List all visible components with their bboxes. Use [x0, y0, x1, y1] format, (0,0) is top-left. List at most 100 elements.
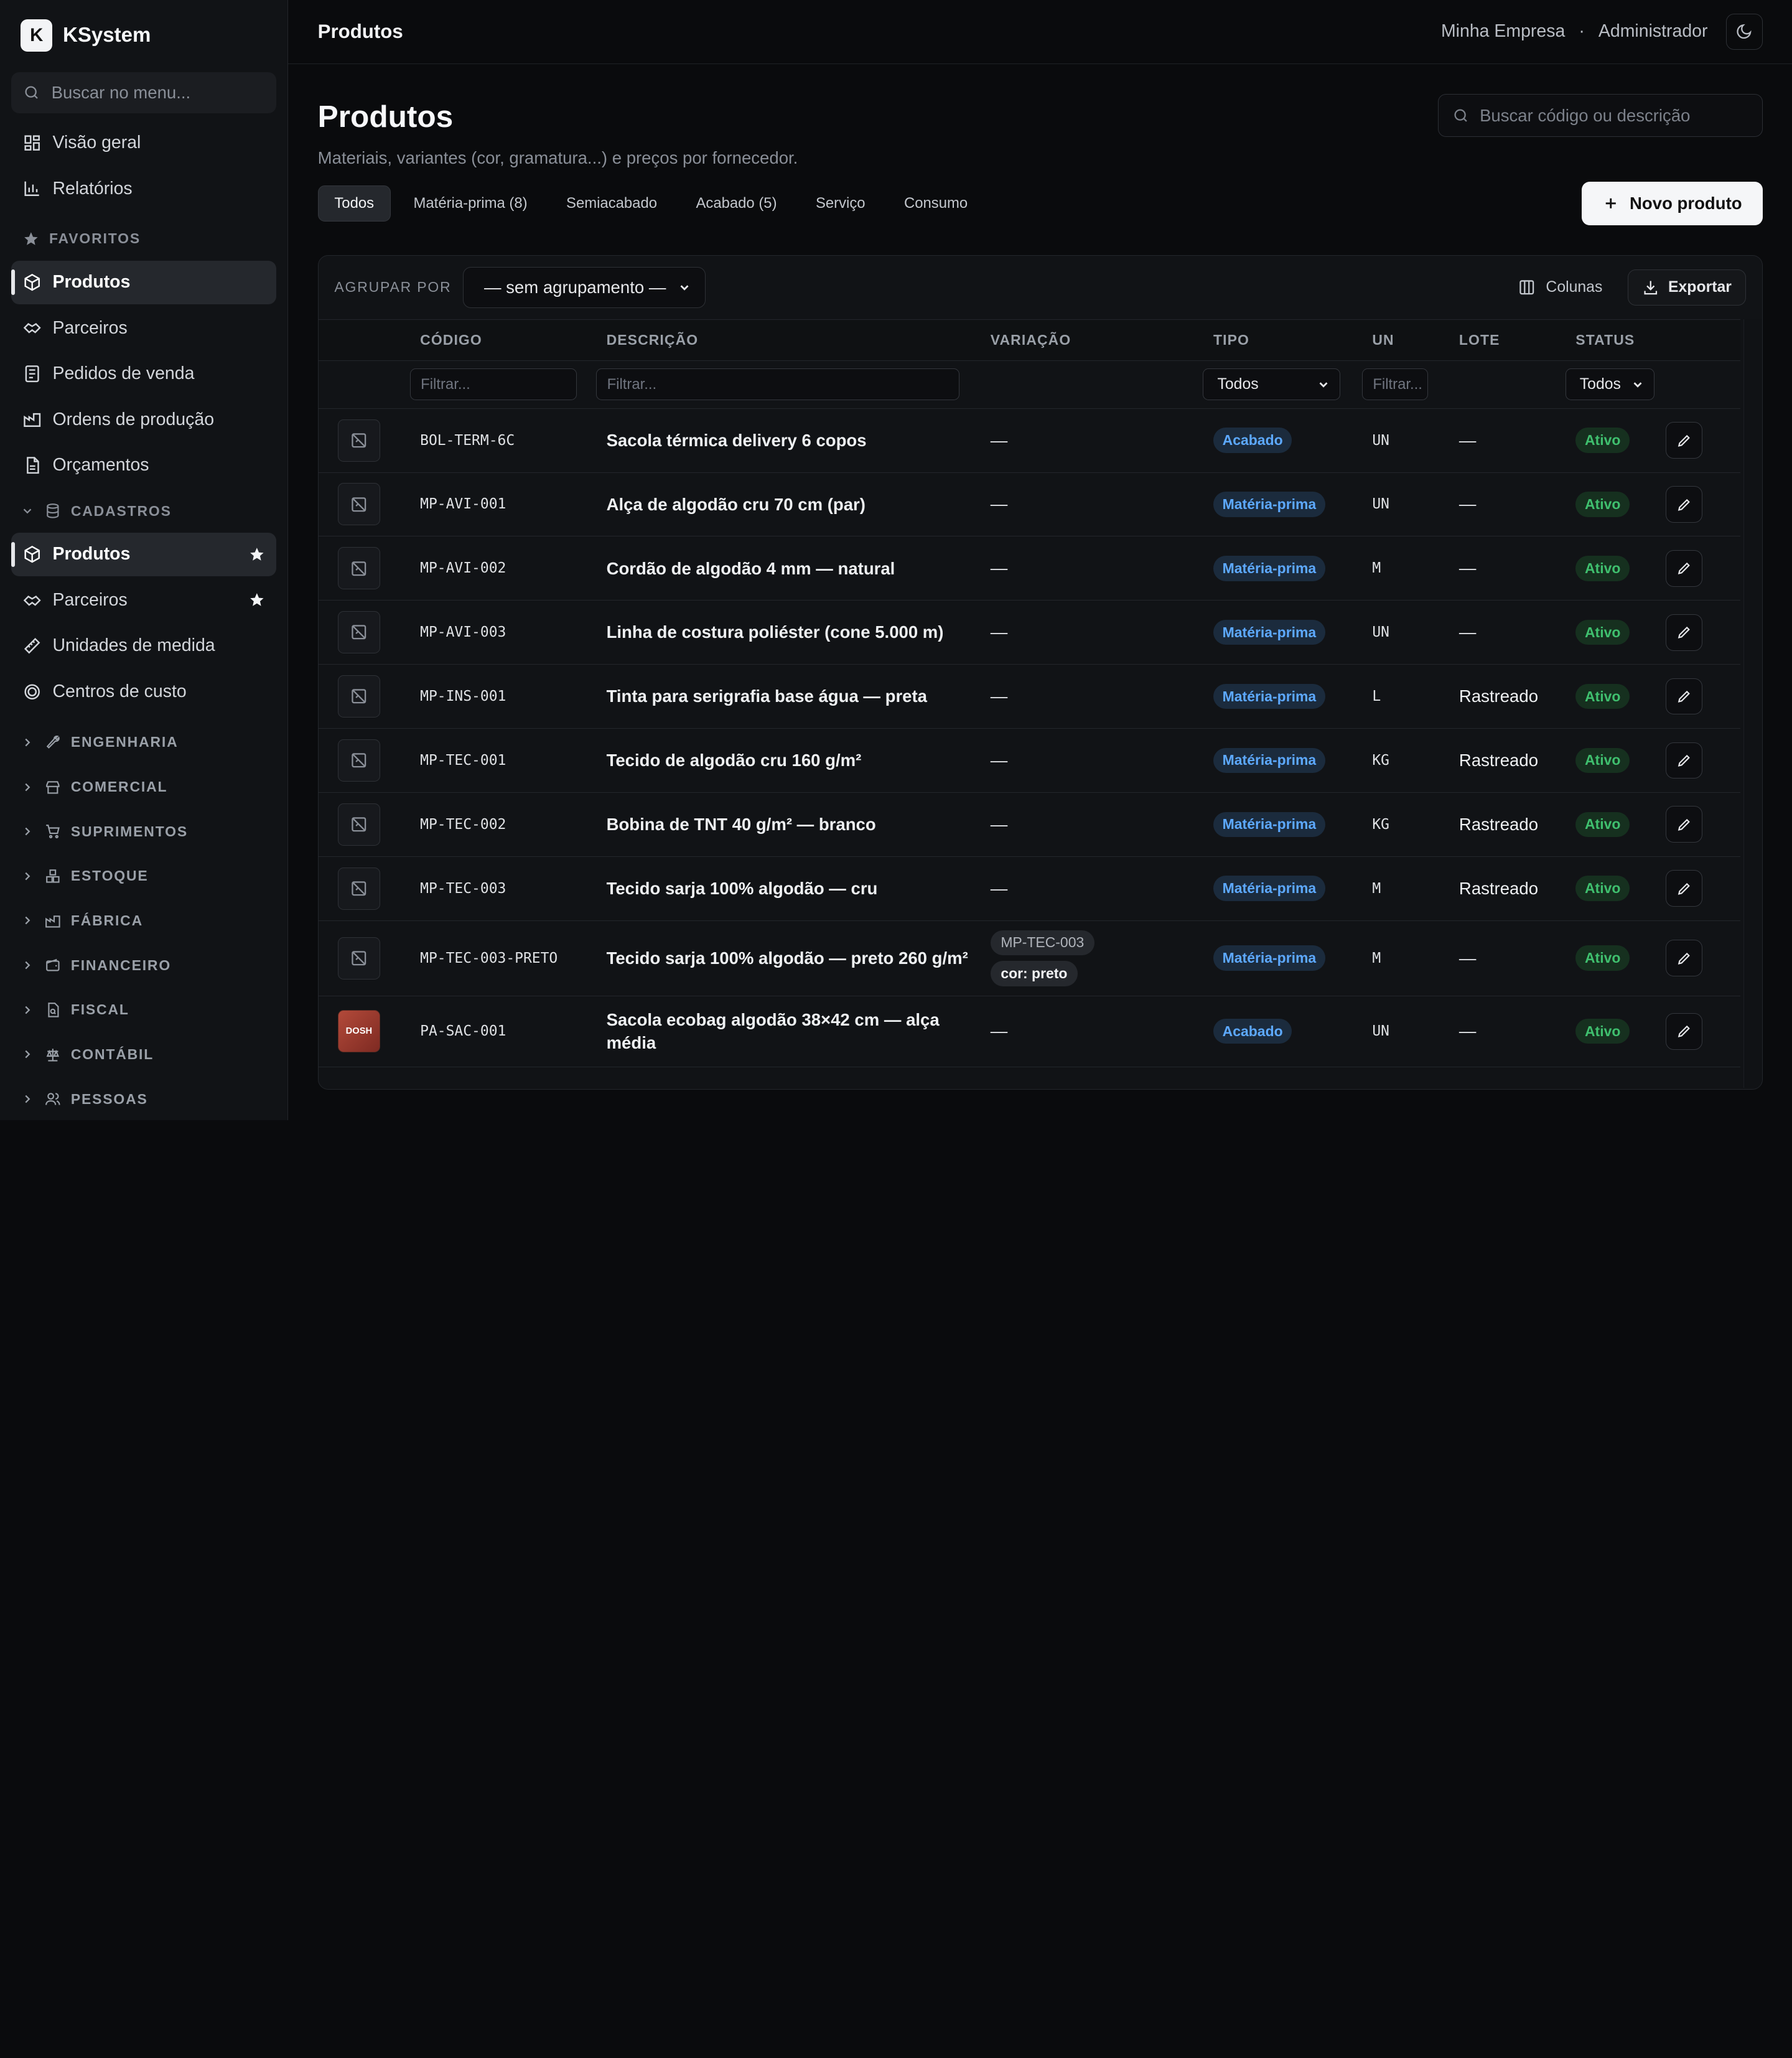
database-icon [46, 503, 59, 518]
type-filter-select[interactable]: Todos [1203, 368, 1340, 401]
fav-item-ordens-producao[interactable]: Ordens de produção [11, 398, 276, 441]
col-header-un[interactable]: UN [1353, 332, 1440, 348]
cart-icon [45, 825, 60, 839]
col-header-variacao[interactable]: VARIAÇÃO [971, 332, 1194, 348]
section-financeiro[interactable]: FINANCEIRO [11, 943, 276, 988]
table-row[interactable]: MP-AVI-003 Linha de costura poliéster (c… [318, 601, 1740, 665]
sidebar: K KSystem Buscar no menu... Visão geral … [0, 0, 288, 1121]
pencil-icon [1678, 882, 1690, 895]
cad-item-produtos[interactable]: Produtos [11, 532, 276, 576]
table-row[interactable]: MP-AVI-001 Alça de algodão cru 70 cm (pa… [318, 473, 1740, 537]
fav-item-pedidos-venda[interactable]: Pedidos de venda [11, 352, 276, 396]
tab-consumo[interactable]: Consumo [888, 185, 984, 222]
nav-item-visao-geral[interactable]: Visão geral [11, 121, 276, 165]
table-row[interactable]: DOSH PA-SAC-001 Sacola ecobag algodão 38… [318, 996, 1740, 1067]
nav-item-relatorios[interactable]: Relatórios [11, 167, 276, 210]
company-switcher[interactable]: Minha Empresa [1441, 21, 1565, 42]
edit-button[interactable] [1666, 870, 1703, 907]
edit-button[interactable] [1666, 1013, 1703, 1050]
table-row[interactable]: MP-INS-001 Tinta para serigrafia base ág… [318, 665, 1740, 729]
tab-materia-prima[interactable]: Matéria-prima (8) [398, 185, 543, 222]
status-filter-select[interactable]: Todos [1565, 368, 1655, 401]
tab-acabado[interactable]: Acabado (5) [680, 185, 793, 222]
col-header-lote[interactable]: LOTE [1440, 332, 1556, 348]
section-pessoas[interactable]: PESSOAS [11, 1077, 276, 1120]
section-comercial[interactable]: COMERCIAL [11, 765, 276, 810]
cad-item-unidades[interactable]: Unidades de medida [11, 624, 276, 668]
edit-button[interactable] [1666, 486, 1703, 523]
cell-unit: UN [1372, 496, 1389, 513]
fav-item-orcamentos[interactable]: Orçamentos [11, 444, 276, 487]
cad-item-parceiros[interactable]: Parceiros [11, 578, 276, 622]
cell-code: MP-INS-001 [420, 688, 506, 705]
table-row[interactable]: MP-AVI-002 Cordão de algodão 4 mm — natu… [318, 536, 1740, 601]
table-row[interactable]: MP-TEC-003-PRETO Tecido sarja 100% algod… [318, 921, 1740, 996]
section-contabil[interactable]: CONTÁBIL [11, 1032, 276, 1077]
edit-button[interactable] [1666, 940, 1703, 977]
table-row[interactable]: MP-TEC-001 Tecido de algodão cru 160 g/m… [318, 729, 1740, 793]
menu-search-input[interactable]: Buscar no menu... [11, 72, 276, 113]
pencil-icon [1678, 754, 1690, 767]
section-suprimentos[interactable]: SUPRIMENTOS [11, 809, 276, 854]
variation-parent-chip[interactable]: MP-TEC-003 [990, 930, 1094, 956]
cad-item-centros-custo[interactable]: Centros de custo [11, 670, 276, 713]
tab-semiacabado[interactable]: Semiacabado [550, 185, 673, 222]
cell-unit: L [1372, 688, 1381, 705]
group-by-select[interactable]: — sem agrupamento — [462, 266, 706, 309]
new-product-button[interactable]: Novo produto [1581, 182, 1763, 225]
col-header-codigo[interactable]: CÓDIGO [401, 332, 587, 348]
type-filter-value: Todos [1217, 375, 1259, 393]
table-row[interactable]: MP-TEC-003 Tecido sarja 100% algodão — c… [318, 857, 1740, 921]
edit-button[interactable] [1666, 422, 1703, 459]
desc-filter-input[interactable]: Filtrar... [596, 368, 960, 401]
cell-code: BOL-TERM-6C [420, 432, 515, 449]
cadastros-section[interactable]: CADASTROS [11, 492, 276, 530]
col-header-tipo[interactable]: TIPO [1194, 332, 1353, 348]
col-header-status[interactable]: STATUS [1556, 332, 1666, 348]
cell-unit: KG [1372, 752, 1389, 769]
nav-label: Produtos [52, 544, 131, 564]
section-estoque[interactable]: ESTOQUE [11, 854, 276, 899]
edit-button[interactable] [1666, 742, 1703, 779]
table-row[interactable]: MP-TEC-002 Bobina de TNT 40 g/m² — branc… [318, 793, 1740, 857]
brand[interactable]: K KSystem [11, 0, 276, 71]
star-icon[interactable] [249, 592, 265, 608]
pencil-icon [1678, 498, 1690, 511]
section-fiscal[interactable]: FISCAL [11, 988, 276, 1032]
cell-desc: Cordão de algodão 4 mm — natural [606, 558, 895, 578]
section-label: COMERCIAL [70, 779, 168, 795]
section-engenharia[interactable]: ENGENHARIA [11, 720, 276, 765]
cell-variation: — [990, 878, 1008, 898]
columns-button[interactable]: Colunas [1507, 269, 1614, 306]
fav-item-produtos[interactable]: Produtos [11, 260, 276, 304]
pencil-icon [1678, 563, 1690, 575]
unit-filter-input[interactable]: Filtrar... [1361, 368, 1429, 401]
nav-label: Parceiros [52, 589, 128, 610]
nav-label: Pedidos de venda [52, 363, 195, 384]
edit-button[interactable] [1666, 550, 1703, 587]
star-icon[interactable] [249, 546, 265, 563]
tab-servico[interactable]: Serviço [800, 185, 881, 222]
export-button[interactable]: Exportar [1627, 269, 1746, 306]
edit-button[interactable] [1666, 614, 1703, 651]
fav-item-parceiros[interactable]: Parceiros [11, 306, 276, 350]
tab-todos[interactable]: Todos [317, 185, 391, 222]
edit-button[interactable] [1666, 806, 1703, 843]
pencil-icon [1678, 434, 1690, 447]
cell-lot: — [1458, 1021, 1477, 1041]
search-icon [1454, 109, 1467, 122]
theme-toggle-button[interactable] [1725, 13, 1763, 50]
topbar: Produtos Minha Empresa · Administrador [287, 0, 1792, 64]
user-menu[interactable]: Administrador [1598, 21, 1708, 42]
cell-unit: M [1372, 880, 1381, 897]
col-header-descricao[interactable]: DESCRIÇÃO [587, 332, 971, 348]
product-search-input[interactable]: Buscar código ou descrição [1437, 93, 1763, 138]
table-row[interactable]: BOL-TERM-6C Sacola térmica delivery 6 co… [318, 409, 1740, 473]
cell-code: MP-AVI-003 [420, 624, 506, 641]
chevron-right-icon [25, 917, 30, 925]
table-scrollbar[interactable] [1743, 319, 1762, 1088]
chevron-down-icon [23, 508, 32, 514]
edit-button[interactable] [1666, 678, 1703, 715]
code-filter-input[interactable]: Filtrar... [409, 368, 577, 401]
section-fabrica[interactable]: FÁBRICA [11, 899, 276, 943]
